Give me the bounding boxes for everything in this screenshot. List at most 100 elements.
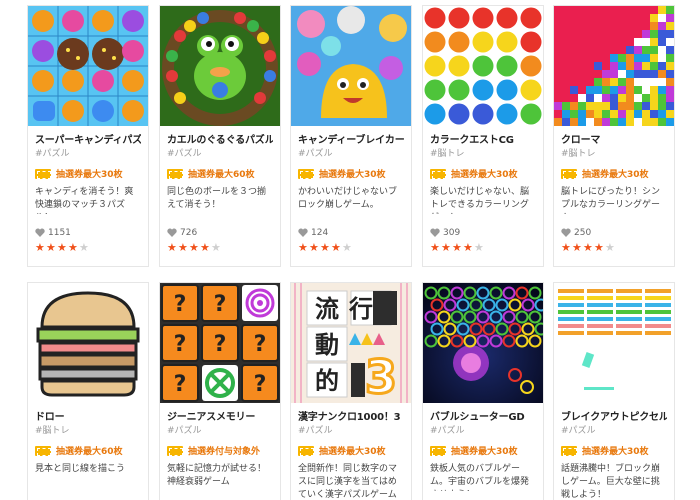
- game-title[interactable]: ドロー: [35, 411, 141, 424]
- game-category[interactable]: #パズル: [167, 148, 273, 160]
- lottery-info: 抽選券最大30枚: [561, 167, 667, 180]
- game-description: かわいいだけじゃないブロック崩しゲーム。: [298, 187, 398, 210]
- kanji-cell: 行: [348, 295, 373, 323]
- chroma-pixels-thumbnail[interactable]: [554, 6, 674, 126]
- game-title[interactable]: クローマ: [561, 134, 667, 147]
- game-title[interactable]: ブレイクアウトピクセル: [561, 411, 667, 424]
- game-category[interactable]: #パズル: [430, 425, 536, 437]
- star-icon: ★: [605, 241, 615, 254]
- ticket-icon: [561, 445, 577, 456]
- game-category[interactable]: #脳トレ: [430, 148, 536, 160]
- game-title[interactable]: スーパーキャンディパズル: [35, 134, 141, 147]
- star-rating: ★ ★ ★ ★ ★: [298, 242, 404, 253]
- breakout-thumbnail[interactable]: [554, 283, 674, 403]
- star-icon: ★: [583, 241, 593, 254]
- star-icon: ★: [594, 241, 604, 254]
- game-category[interactable]: #脳トレ: [35, 425, 141, 437]
- game-card[interactable]: バブルシューターGD #パズル 抽選券最大30枚 鉄板人気のバブルゲーム。宇宙の…: [422, 282, 544, 500]
- game-card[interactable]: ブレイクアウトピクセル #パズル 抽選券最大30枚 話題沸騰中！ブロック崩しゲー…: [553, 282, 675, 500]
- kanji-grid-thumbnail[interactable]: 流 行 動 的 3: [291, 283, 411, 403]
- game-card[interactable]: カエルのぐるぐるパズル #パズル 抽選券最大60枚 同じ色のボールを３つ揃えて消…: [159, 5, 281, 267]
- svg-text:?: ?: [214, 332, 227, 357]
- candy-breaker-thumbnail[interactable]: [291, 6, 411, 126]
- svg-text:?: ?: [174, 372, 187, 397]
- lottery-info: 抽選券最大30枚: [298, 167, 404, 180]
- color-dots-thumbnail[interactable]: [423, 6, 543, 126]
- game-category[interactable]: #パズル: [35, 148, 141, 160]
- ticket-icon: [298, 445, 314, 456]
- likes: 1151: [35, 227, 141, 238]
- likes: 726: [167, 227, 273, 238]
- game-card[interactable]: 流 行 動 的 3 漢字ナンクロ1000！3 #パズル 抽選券最大30枚 全問新…: [290, 282, 412, 500]
- game-grid: スーパーキャンディパズル #パズル 抽選券最大30枚 キャンディを消そう！爽快連…: [0, 0, 700, 500]
- heart-icon: [561, 228, 571, 237]
- star-icon: ★: [68, 241, 78, 254]
- game-description: 鉄板人気のバブルゲーム。宇宙のバブルを爆発させよう！: [430, 464, 530, 491]
- game-category[interactable]: #パズル: [298, 148, 404, 160]
- lottery-text: 抽選券最大30枚: [451, 170, 518, 180]
- lottery-info: 抽選券最大60枚: [167, 167, 273, 180]
- game-description: 同じ色のボールを３つ揃えて消そう！: [167, 187, 267, 210]
- lottery-info: 抽選券最大30枚: [430, 444, 536, 457]
- game-category[interactable]: #パズル: [561, 425, 667, 437]
- star-icon: ★: [572, 241, 582, 254]
- star-icon: ★: [474, 241, 484, 254]
- lottery-info: 抽選券付与対象外: [167, 444, 273, 457]
- game-category[interactable]: #脳トレ: [561, 148, 667, 160]
- lottery-info: 抽選券最大30枚: [430, 167, 536, 180]
- like-count: 309: [443, 227, 461, 238]
- game-category[interactable]: #パズル: [298, 425, 404, 437]
- star-icon: ★: [320, 241, 330, 254]
- star-icon: ★: [430, 241, 440, 254]
- game-description: 話題沸騰中！ブロック崩しゲーム。巨大な壁に挑戦しよう！: [561, 464, 661, 500]
- kanji-cell: 的: [315, 367, 339, 395]
- game-title[interactable]: 漢字ナンクロ1000！3: [298, 411, 404, 424]
- ticket-icon: [35, 168, 51, 179]
- star-icon: ★: [211, 241, 221, 254]
- burger-thumbnail[interactable]: [28, 283, 148, 403]
- svg-text:?: ?: [174, 332, 187, 357]
- memory-cards-thumbnail[interactable]: ??? ????: [160, 283, 280, 403]
- like-count: 124: [311, 227, 329, 238]
- game-description: 楽しいだけじゃない、脳トレできるカラーリングゲーム。: [430, 187, 530, 214]
- star-rating: ★ ★ ★ ★ ★: [35, 242, 141, 253]
- game-title[interactable]: バブルシューターGD: [430, 411, 536, 424]
- star-icon: ★: [79, 241, 89, 254]
- game-card[interactable]: カラークエストCG #脳トレ 抽選券最大30枚 楽しいだけじゃない、脳トレできる…: [422, 5, 544, 267]
- game-card[interactable]: クローマ #脳トレ 抽選券最大30枚 脳トレにぴったり！シンプルなカラーリングゲ…: [553, 5, 675, 267]
- star-icon: ★: [35, 241, 45, 254]
- game-description: 脳トレにぴったり！シンプルなカラーリングゲーム: [561, 187, 661, 214]
- game-title[interactable]: キャンディーブレイカー: [298, 134, 404, 147]
- star-rating: ★ ★ ★ ★ ★: [561, 242, 667, 253]
- star-icon: ★: [561, 241, 571, 254]
- heart-icon: [167, 228, 177, 237]
- star-icon: ★: [309, 241, 319, 254]
- star-icon: ★: [46, 241, 56, 254]
- svg-text:?: ?: [174, 292, 187, 317]
- game-card[interactable]: スーパーキャンディパズル #パズル 抽選券最大30枚 キャンディを消そう！爽快連…: [27, 5, 149, 267]
- kanji-number: 3: [365, 350, 397, 403]
- lottery-info: 抽選券最大30枚: [298, 444, 404, 457]
- star-icon: ★: [167, 241, 177, 254]
- game-card[interactable]: ドロー #脳トレ 抽選券最大60枚 見本と同じ線を描こう: [27, 282, 149, 500]
- lottery-text: 抽選券付与対象外: [188, 447, 261, 457]
- kanji-cell: 動: [315, 331, 339, 359]
- game-category[interactable]: #パズル: [167, 425, 273, 437]
- game-title[interactable]: カエルのぐるぐるパズル: [167, 134, 273, 147]
- game-title[interactable]: ジーニアスメモリー: [167, 411, 273, 424]
- like-count: 1151: [48, 227, 71, 238]
- lottery-text: 抽選券最大30枚: [582, 447, 649, 457]
- frog-ball-thumbnail[interactable]: [160, 6, 280, 126]
- ticket-icon: [167, 168, 183, 179]
- candy-puzzle-thumbnail[interactable]: [28, 6, 148, 126]
- star-rating: ★ ★ ★ ★ ★: [167, 242, 273, 253]
- star-rating: ★ ★ ★ ★ ★: [430, 242, 536, 253]
- ticket-icon: [35, 445, 51, 456]
- game-title[interactable]: カラークエストCG: [430, 134, 536, 147]
- bubble-shooter-thumbnail[interactable]: [423, 283, 543, 403]
- game-card[interactable]: キャンディーブレイカー #パズル 抽選券最大30枚 かわいいだけじゃないブロック…: [290, 5, 412, 267]
- like-count: 250: [574, 227, 592, 238]
- star-icon: ★: [57, 241, 67, 254]
- star-icon: ★: [342, 241, 352, 254]
- game-card[interactable]: ??? ???? ジーニアスメモリー #パズル 抽選券付与対象外 気軽に記憶力が…: [159, 282, 281, 500]
